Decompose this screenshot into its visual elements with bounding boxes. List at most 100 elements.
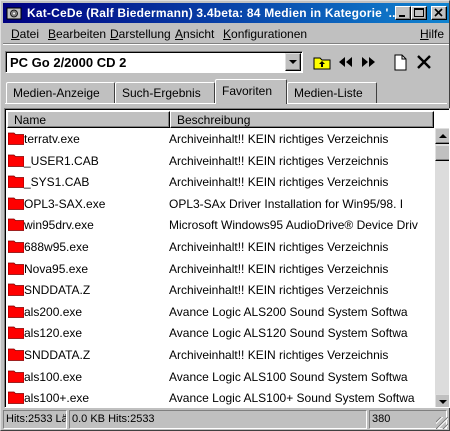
- list-item[interactable]: 688w95.exe Archiveinhalt!! KEIN richtiges…: [7, 236, 433, 258]
- folder-icon: [8, 305, 24, 318]
- menu-darstellung-label: arstellung: [118, 27, 171, 41]
- file-list[interactable]: Name Beschreibung terratv.exe Archiveinha…: [4, 108, 450, 408]
- column-header-name-label: Name: [14, 113, 47, 127]
- file-name: _SYS1.CAB: [24, 175, 90, 190]
- folder-icon: [8, 326, 24, 340]
- file-description: Archiveinhalt!! KEIN richtiges Verzeichn…: [169, 348, 389, 362]
- close-button[interactable]: [431, 6, 447, 20]
- file-name: terratv.exe: [24, 132, 80, 146]
- menu-bearbeiten[interactable]: Bearbeiten: [48, 27, 106, 41]
- status-count-text: 380: [372, 413, 391, 425]
- media-selector-dropdown-button[interactable]: [285, 53, 301, 71]
- file-name: SNDDATA.Z: [24, 283, 91, 298]
- file-list-rows: terratv.exe Archiveinhalt!! KEIN richtige…: [7, 128, 433, 407]
- folder-up-icon[interactable]: [311, 51, 333, 73]
- folder-icon: [8, 348, 24, 361]
- file-name: win95drv.exe: [24, 218, 94, 233]
- column-header-description-label: Beschreibung: [177, 113, 251, 127]
- title-bar[interactable]: Kat-CeDe (Ralf Biedermann) 3.4beta: 84 M…: [3, 3, 449, 23]
- list-item[interactable]: terratv.exe Archiveinhalt!! KEIN richtige…: [7, 128, 433, 150]
- list-item[interactable]: _SYS1.CAB Archiveinhalt!! KEIN richtiges …: [7, 171, 433, 193]
- toolbar-separator: [3, 43, 449, 45]
- tab-medien-liste[interactable]: Medien-Liste: [287, 82, 377, 103]
- menu-hilfe-mnemonic: H: [420, 27, 429, 41]
- list-item[interactable]: win95drv.exe Microsoft Windows95 AudioDri…: [7, 214, 433, 236]
- list-item[interactable]: als100+.exe Avance Logic ALS100+ Sound S…: [7, 387, 433, 407]
- file-name: als120.exe: [24, 326, 83, 341]
- folder-icon: [8, 197, 24, 210]
- app-icon: [6, 7, 22, 20]
- status-bar: Hits:2533 Lä 0.0 KB Hits:2533 380: [3, 410, 449, 430]
- file-description: Archiveinhalt!! KEIN richtiges Verzeichn…: [169, 153, 389, 168]
- folder-icon: [8, 218, 24, 232]
- menu-konfigurationen-label: onfigurationen: [231, 27, 308, 41]
- column-header-description[interactable]: Beschreibung: [170, 111, 434, 128]
- file-description: Archiveinhalt!! KEIN richtiges Verzeichn…: [169, 240, 389, 254]
- file-description: OPL3-SAx Driver Installation for Win95/9…: [169, 196, 404, 211]
- scroll-up-button[interactable]: [435, 128, 449, 144]
- scroll-down-button[interactable]: [435, 394, 449, 407]
- rewind-icon[interactable]: [335, 51, 357, 73]
- folder-icon: [8, 175, 24, 189]
- menu-ansicht-label: nsicht: [183, 27, 215, 41]
- tab-medien-anzeige[interactable]: Medien-Anzeige: [6, 82, 115, 103]
- menu-darstellung[interactable]: Darstellung: [110, 27, 171, 41]
- minimize-icon: [399, 15, 405, 17]
- menu-ansicht[interactable]: Ansicht: [175, 27, 214, 41]
- menu-bar: Datei Bearbeiten Darstellung Ansicht Kon…: [3, 24, 449, 43]
- file-name: als100.exe: [24, 369, 83, 384]
- file-description: Archiveinhalt!! KEIN richtiges Verzeichn…: [169, 283, 389, 298]
- tab-favoriten[interactable]: Favoriten: [215, 79, 287, 104]
- file-name: als100+.exe: [24, 391, 90, 406]
- file-description: Microsoft Windows95 AudioDrive® Device D…: [169, 218, 418, 233]
- menu-hilfe[interactable]: Hilfe: [420, 27, 444, 41]
- list-item[interactable]: als100.exe Avance Logic ALS100 Sound Sys…: [7, 366, 433, 388]
- list-item[interactable]: SNDDATA.Z Archiveinhalt!! KEIN richtiges …: [7, 344, 433, 366]
- file-description: Archiveinhalt!! KEIN richtiges Verzeichn…: [169, 175, 389, 190]
- maximize-button[interactable]: [411, 6, 427, 20]
- resize-grip[interactable]: [436, 417, 448, 429]
- menu-datei-mnemonic: D: [11, 27, 20, 41]
- status-hits-panel: Hits:2533 Lä: [3, 410, 67, 429]
- file-name: _USER1.CAB: [24, 153, 99, 168]
- window-title: Kat-CeDe (Ralf Biedermann) 3.4beta: 84 M…: [27, 6, 400, 20]
- file-description: Avance Logic ALS100 Sound System Softwa: [169, 369, 408, 384]
- tab-such-ergebnis[interactable]: Such-Ergebnis: [115, 82, 215, 103]
- list-item[interactable]: _USER1.CAB Archiveinhalt!! KEIN richtiges…: [7, 150, 433, 172]
- menu-bearbeiten-label: earbeiten: [56, 27, 107, 41]
- menu-konfigurationen[interactable]: Konfigurationen: [223, 27, 307, 41]
- file-description: Avance Logic ALS120 Sound System Softwa: [169, 326, 408, 341]
- menu-datei[interactable]: Datei: [11, 27, 39, 41]
- list-item[interactable]: als200.exe Avance Logic ALS200 Sound Sys…: [7, 301, 433, 323]
- folder-icon: [8, 154, 24, 167]
- vertical-scrollbar[interactable]: [435, 128, 449, 407]
- status-size-panel: 0.0 KB Hits:2533: [69, 410, 367, 429]
- menu-darstellung-mnemonic: D: [110, 27, 119, 41]
- scroll-thumb[interactable]: [435, 145, 449, 161]
- tab-medien-anzeige-label: Medien-Anzeige: [13, 86, 100, 100]
- minimize-button[interactable]: [395, 6, 411, 20]
- list-item[interactable]: Nova95.exe Archiveinhalt!! KEIN richtiges…: [7, 258, 433, 280]
- media-selector-value: PC Go 2/2000 CD 2: [10, 55, 127, 70]
- file-name: Nova95.exe: [24, 261, 89, 276]
- folder-icon: [8, 262, 24, 275]
- tab-strip: Medien-Anzeige Such-Ergebnis Favoriten M…: [5, 79, 449, 104]
- list-item[interactable]: als120.exe Avance Logic ALS120 Sound Sys…: [7, 322, 433, 344]
- close-x-icon[interactable]: [413, 51, 435, 73]
- media-selector[interactable]: PC Go 2/2000 CD 2: [5, 51, 303, 73]
- folder-icon: [8, 240, 24, 253]
- list-item[interactable]: SNDDATA.Z Archiveinhalt!! KEIN richtiges …: [7, 279, 433, 301]
- file-description: Avance Logic ALS200 Sound System Softwa: [169, 304, 408, 319]
- column-header-name[interactable]: Name: [7, 111, 170, 128]
- file-description: Avance Logic ALS100+ Sound System Softwa: [169, 391, 415, 406]
- file-name: SNDDATA.Z: [24, 348, 91, 362]
- maximize-icon: [414, 8, 424, 17]
- tab-such-ergebnis-label: Such-Ergebnis: [122, 86, 201, 100]
- menu-bearbeiten-mnemonic: B: [48, 27, 57, 41]
- close-icon: [434, 8, 443, 17]
- new-document-icon[interactable]: [389, 51, 411, 73]
- fast-forward-icon[interactable]: [357, 51, 379, 73]
- file-description: Archiveinhalt!! KEIN richtiges Verzeichn…: [169, 261, 389, 276]
- status-hits-text: Hits:2533 Lä: [6, 413, 67, 425]
- list-item[interactable]: OPL3-SAX.exe OPL3-SAx Driver Installation…: [7, 193, 433, 215]
